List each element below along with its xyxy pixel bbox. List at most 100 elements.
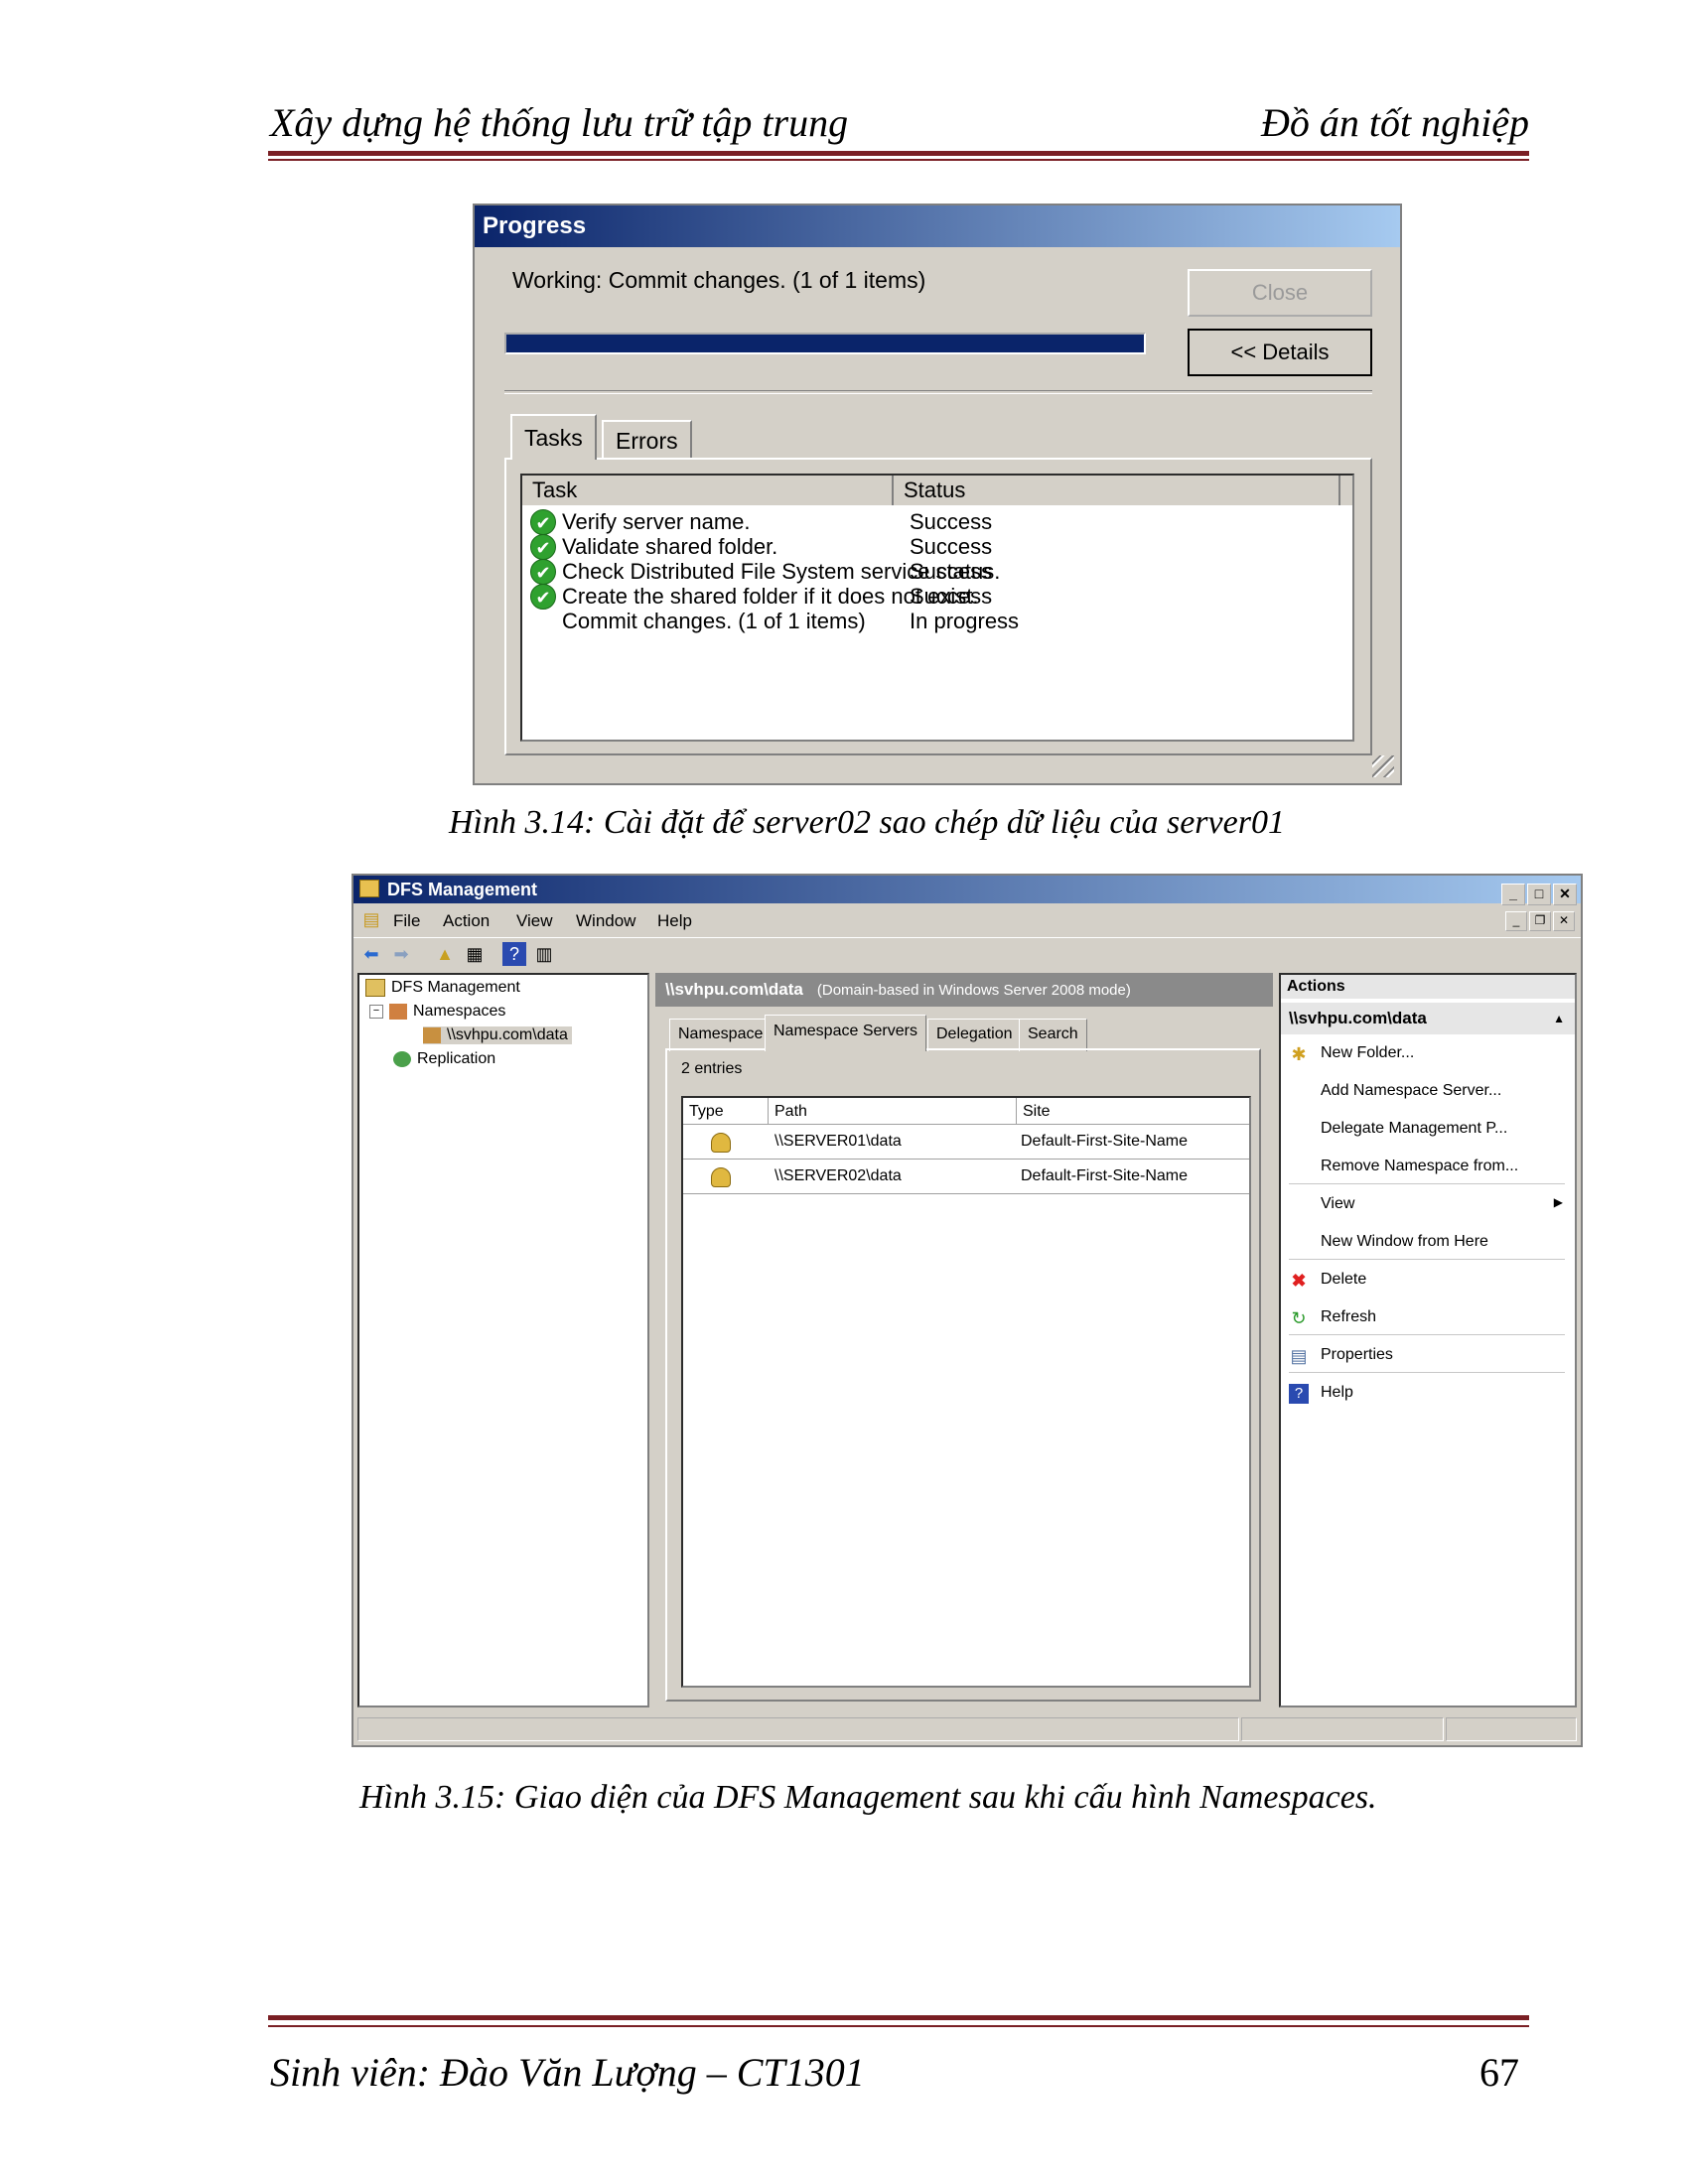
up-folder-icon[interactable]: ▲ bbox=[433, 942, 457, 966]
status-bar bbox=[357, 1717, 1577, 1743]
menu-window[interactable]: Window bbox=[576, 911, 635, 931]
refresh-icon: ↻ bbox=[1291, 1308, 1307, 1328]
delete-icon: ✖ bbox=[1291, 1271, 1307, 1291]
actions-divider bbox=[1289, 1183, 1565, 1184]
help-icon[interactable]: ? bbox=[502, 942, 526, 966]
namespace-servers-panel: 2 entries Type Path Site \\SERVER01\data… bbox=[665, 1048, 1261, 1702]
submenu-arrow-icon: ▶ bbox=[1553, 1195, 1563, 1209]
status-pane-2 bbox=[1241, 1717, 1444, 1741]
tree-item-namespace-data[interactable]: \\svhpu.com\data bbox=[423, 1026, 572, 1044]
column-header-task[interactable]: Task bbox=[522, 476, 894, 505]
action-refresh[interactable]: Refresh bbox=[1321, 1308, 1376, 1326]
server-row[interactable]: \\SERVER02\data Default-First-Site-Name bbox=[683, 1160, 1249, 1194]
divider bbox=[504, 390, 1372, 394]
action-add-namespace-server[interactable]: Add Namespace Server... bbox=[1321, 1082, 1501, 1100]
menu-view[interactable]: View bbox=[516, 911, 553, 931]
actions-divider bbox=[1289, 1334, 1565, 1335]
new-folder-icon: ✱ bbox=[1291, 1044, 1307, 1064]
properties-icon: ▤ bbox=[1290, 1346, 1308, 1366]
close-button[interactable]: Close bbox=[1188, 269, 1372, 317]
server-site: Default-First-Site-Name bbox=[1021, 1133, 1189, 1150]
progress-dialog: Progress Working: Commit changes. (1 of … bbox=[473, 204, 1402, 785]
namespace-path: \\svhpu.com\data bbox=[665, 980, 803, 999]
actions-divider bbox=[1289, 1259, 1565, 1260]
entries-count: 2 entries bbox=[681, 1060, 743, 1077]
details-button[interactable]: << Details bbox=[1188, 329, 1372, 376]
tree-label: Replication bbox=[417, 1050, 496, 1067]
tasks-list-header: Task Status bbox=[522, 476, 1352, 505]
column-header-site[interactable]: Site bbox=[1017, 1098, 1253, 1124]
header-rule bbox=[268, 151, 1529, 156]
tree-label: Namespaces bbox=[413, 1003, 506, 1020]
page-header-right: Đồ án tốt nghiệp bbox=[1261, 100, 1529, 145]
window-title: DFS Management _ □ ✕ bbox=[353, 876, 1581, 905]
action-delegate-management[interactable]: Delegate Management P... bbox=[1321, 1120, 1507, 1138]
menu-action[interactable]: Action bbox=[443, 911, 490, 931]
task-name: Commit changes. (1 of 1 items) bbox=[562, 609, 866, 633]
server-target-icon bbox=[711, 1133, 731, 1153]
replication-icon bbox=[393, 1050, 411, 1067]
tree-item-dfs-management[interactable]: DFS Management bbox=[365, 979, 520, 997]
status-pane-main bbox=[357, 1717, 1239, 1741]
actions-header: Actions bbox=[1281, 975, 1575, 999]
actions-subheader-label: \\svhpu.com\data bbox=[1289, 1009, 1427, 1027]
help-icon: ? bbox=[1289, 1384, 1309, 1404]
namespaces-icon bbox=[389, 1003, 407, 1020]
action-help[interactable]: Help bbox=[1321, 1384, 1353, 1402]
tab-namespace[interactable]: Namespace bbox=[669, 1019, 773, 1051]
close-icon[interactable]: ✕ bbox=[1553, 884, 1577, 905]
actions-subheader[interactable]: \\svhpu.com\data ▲ bbox=[1281, 1003, 1575, 1034]
tree-item-namespaces[interactable]: − Namespaces bbox=[369, 1003, 505, 1021]
action-remove-namespace[interactable]: Remove Namespace from... bbox=[1321, 1158, 1518, 1175]
working-status-text: Working: Commit changes. (1 of 1 items) bbox=[512, 267, 926, 293]
column-header-status[interactable]: Status bbox=[894, 476, 1340, 505]
menu-file[interactable]: File bbox=[393, 911, 420, 931]
minimize-icon[interactable]: _ bbox=[1501, 884, 1525, 905]
column-header-type[interactable]: Type bbox=[683, 1098, 769, 1124]
column-header-path[interactable]: Path bbox=[769, 1098, 1017, 1124]
results-pane: \\svhpu.com\data (Domain-based in Windows… bbox=[655, 973, 1273, 1707]
mdi-close-icon[interactable]: ✕ bbox=[1553, 911, 1575, 931]
tab-namespace-servers[interactable]: Namespace Servers bbox=[765, 1015, 926, 1051]
show-hide-action-pane-icon[interactable]: ▥ bbox=[532, 942, 556, 966]
server-row[interactable]: \\SERVER01\data Default-First-Site-Name bbox=[683, 1125, 1249, 1160]
footer-student: Sinh viên: Đào Văn Lượng – CT1301 bbox=[270, 2050, 865, 2095]
forward-arrow-icon[interactable]: ➡ bbox=[389, 942, 413, 966]
namespace-mode: (Domain-based in Windows Server 2008 mod… bbox=[816, 982, 1131, 999]
dfs-management-window: DFS Management _ □ ✕ ▤ File Action View Wi… bbox=[352, 874, 1583, 1747]
toolbar: ⬅ ➡ ▲ ▦ ? ▥ bbox=[353, 937, 1581, 970]
tab-errors[interactable]: Errors bbox=[602, 420, 692, 460]
progress-bar bbox=[504, 333, 1146, 354]
show-hide-tree-icon[interactable]: ▦ bbox=[463, 942, 487, 966]
action-delete[interactable]: Delete bbox=[1321, 1271, 1366, 1289]
window-title-text: DFS Management bbox=[387, 880, 538, 899]
console-tree: DFS Management − Namespaces \\svhpu.com\d… bbox=[357, 973, 649, 1707]
tab-delegation[interactable]: Delegation bbox=[927, 1019, 1022, 1051]
action-view[interactable]: View bbox=[1321, 1195, 1354, 1213]
figure-caption-3-14: Hình 3.14: Cài đặt để server02 sao chép … bbox=[449, 804, 1285, 841]
collapse-icon[interactable]: − bbox=[369, 1004, 383, 1019]
tab-tasks[interactable]: Tasks bbox=[510, 414, 597, 460]
server-path: \\SERVER01\data bbox=[774, 1133, 902, 1150]
mdi-restore-icon[interactable]: ❐ bbox=[1529, 911, 1551, 931]
dfs-folder-icon bbox=[365, 979, 385, 997]
action-new-folder[interactable]: New Folder... bbox=[1321, 1044, 1414, 1062]
actions-divider bbox=[1289, 1372, 1565, 1373]
resize-grip-icon[interactable] bbox=[1372, 755, 1394, 777]
task-status: In progress bbox=[910, 609, 1020, 633]
tasks-list: Task Status ✔ Verify server name. Succes… bbox=[520, 474, 1354, 742]
back-arrow-icon[interactable]: ⬅ bbox=[359, 942, 383, 966]
server-path: \\SERVER02\data bbox=[774, 1167, 902, 1184]
menu-help[interactable]: Help bbox=[657, 911, 692, 931]
progress-bar-fill bbox=[506, 335, 1144, 352]
console-icon: ▤ bbox=[362, 909, 380, 929]
collapse-caret-icon[interactable]: ▲ bbox=[1553, 1003, 1565, 1034]
tab-search[interactable]: Search bbox=[1019, 1019, 1087, 1051]
mdi-caption-buttons: _ ❐ ✕ bbox=[1503, 909, 1575, 931]
maximize-icon[interactable]: □ bbox=[1527, 884, 1551, 905]
action-new-window-from-here[interactable]: New Window from Here bbox=[1321, 1233, 1488, 1251]
action-properties[interactable]: Properties bbox=[1321, 1346, 1393, 1364]
mdi-minimize-icon[interactable]: _ bbox=[1505, 911, 1527, 931]
actions-pane: Actions \\svhpu.com\data ▲ ✱ New Folder.… bbox=[1279, 973, 1577, 1707]
tree-item-replication[interactable]: Replication bbox=[393, 1050, 495, 1068]
